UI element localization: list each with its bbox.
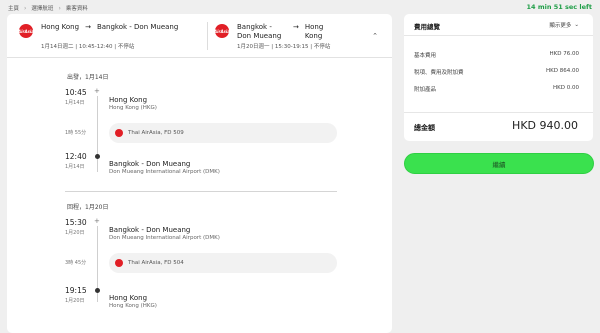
flight-number: Thai AirAsia, FD 504 [128, 260, 184, 266]
leg-to: Hong Kong [304, 23, 324, 41]
arrival-date: 1月14日 [65, 164, 85, 170]
flight-duration: 1時 55分 [65, 130, 87, 136]
itinerary-summary[interactable]: AirAsia Hong Kong → Bangkok - Don Mueang… [7, 14, 392, 58]
breadcrumb: 主頁 › 選擇航班 › 乘客資料 [8, 4, 88, 13]
departure-marker-icon: + [94, 87, 100, 95]
leg-route: Hong Kong → Bangkok - Don Mueang [41, 23, 178, 32]
arrival-time: 12:40 [65, 152, 87, 161]
chevron-up-icon[interactable]: ⌃ [372, 32, 378, 40]
fare-row-amount: HKD 864.00 [546, 68, 579, 74]
departure-time: 15:30 [65, 218, 87, 227]
departure-title: 出發，1月14日 [67, 74, 109, 81]
total-amount: HKD 940.00 [512, 119, 578, 132]
fare-row-label: 基本費用 [414, 53, 437, 59]
leg-meta: 1月20日週一 | 15:30-19:15 | 不停站 [237, 44, 331, 50]
divider [207, 22, 208, 50]
continue-button[interactable]: 繼續 [404, 153, 594, 174]
leg-stops: 不停站 [117, 44, 135, 50]
breadcrumb-item-select-flight[interactable]: 選擇航班 [31, 4, 53, 12]
summary-leg-return: AirAsia Bangkok - Don Mueang → Hong Kong… [214, 20, 360, 52]
arrow-right-icon: → [293, 23, 299, 31]
flight-number: Thai AirAsia, FD 509 [128, 130, 184, 136]
show-more-button[interactable]: 顯示更多 ⌄ [549, 21, 579, 29]
arrival-airport: Don Mueang International Airport (DMK) [109, 169, 220, 175]
timer-minutes: 14 [526, 3, 536, 11]
arrival-date: 1月20日 [65, 298, 85, 304]
leg-to: Bangkok - Don Mueang [96, 23, 179, 31]
leg-route: Bangkok - Don Mueang → Hong Kong [237, 23, 331, 41]
airasia-logo: AirAsia [214, 24, 230, 38]
airasia-logo: AirAsia [18, 24, 34, 38]
timer-seconds: 51 [553, 3, 563, 11]
fare-summary-title: 費用總覽 [414, 23, 440, 31]
arrival-city: Bangkok - Don Mueang [109, 160, 191, 168]
total-label: 總金額 [414, 124, 435, 132]
timer-min-label: min [537, 3, 552, 11]
leg-meta: 1月14日週二 | 10:45-12:40 | 不停站 [41, 44, 135, 50]
show-more-label: 顯示更多 [549, 23, 572, 29]
departure-date: 1月20日 [65, 230, 85, 236]
departure-segment: 10:45 1月14日 + Hong Kong Hong Kong (HKG) … [65, 88, 340, 188]
flight-info-pill: Thai AirAsia, FD 509 [109, 123, 337, 143]
departure-airport: Don Mueang International Airport (DMK) [109, 235, 220, 241]
fare-total: 總金額 HKD 940.00 [404, 112, 593, 141]
fare-row-taxes: 稅項、費用及附加費 HKD 864.00 [414, 68, 579, 76]
departure-airport: Hong Kong (HKG) [109, 105, 157, 111]
fare-row-base: 基本費用 HKD 76.00 [414, 51, 579, 59]
flight-duration: 3時 45分 [65, 260, 87, 266]
leg-from: Bangkok - Don Mueang [237, 23, 282, 41]
leg-date: 1月20日週一 [237, 44, 270, 50]
leg-date: 1月14日週二 [41, 44, 74, 50]
departure-time: 10:45 [65, 88, 87, 97]
fare-row-label: 附加產品 [414, 87, 437, 93]
arrival-city: Hong Kong [109, 294, 148, 302]
chevron-right-icon: › [58, 4, 61, 12]
itinerary-card: AirAsia Hong Kong → Bangkok - Don Mueang… [7, 14, 392, 333]
leg-stops: 不停站 [313, 44, 331, 50]
fare-summary-card: 費用總覽 顯示更多 ⌄ 基本費用 HKD 76.00 稅項、費用及附加費 HKD… [404, 14, 593, 141]
leg-time: 10:45-12:40 [78, 44, 113, 50]
flight-info-pill: Thai AirAsia, FD 504 [109, 253, 337, 273]
return-title: 回程，1月20日 [67, 204, 109, 211]
fare-row-label: 稅項、費用及附加費 [414, 70, 464, 76]
return-segment: 15:30 1月20日 + Bangkok - Don Mueang Don M… [65, 218, 340, 318]
airasia-logo-icon [115, 259, 123, 267]
fare-row-amount: HKD 0.00 [553, 85, 579, 91]
departure-city: Hong Kong [109, 96, 148, 104]
timeline-line [97, 96, 98, 172]
chevron-down-icon: ⌄ [574, 22, 579, 28]
timer-sec-label: sec left [565, 3, 592, 11]
divider [65, 191, 337, 192]
arrival-pin-icon [95, 288, 100, 293]
leg-from: Hong Kong [41, 23, 80, 31]
breadcrumb-item-passenger-info: 乘客資料 [65, 6, 88, 12]
leg-time: 15:30-19:15 [274, 44, 309, 50]
fare-summary-header: 費用總覽 顯示更多 ⌄ [404, 14, 593, 36]
airasia-logo-icon [115, 129, 123, 137]
fare-row-amount: HKD 76.00 [549, 51, 579, 57]
arrival-pin-icon [95, 154, 100, 159]
chevron-right-icon: › [24, 4, 27, 12]
summary-leg-outbound: AirAsia Hong Kong → Bangkok - Don Mueang… [18, 20, 209, 52]
session-timer: 14 min 51 sec left [527, 3, 593, 11]
departure-marker-icon: + [94, 217, 100, 225]
arrow-right-icon: → [85, 23, 91, 31]
fare-row-addons: 附加產品 HKD 0.00 [414, 85, 579, 93]
departure-city: Bangkok - Don Mueang [109, 226, 191, 234]
arrival-time: 19:15 [65, 286, 87, 295]
arrival-airport: Hong Kong (HKG) [109, 303, 157, 309]
breadcrumb-item-home[interactable]: 主頁 [8, 4, 19, 12]
departure-date: 1月14日 [65, 100, 85, 106]
